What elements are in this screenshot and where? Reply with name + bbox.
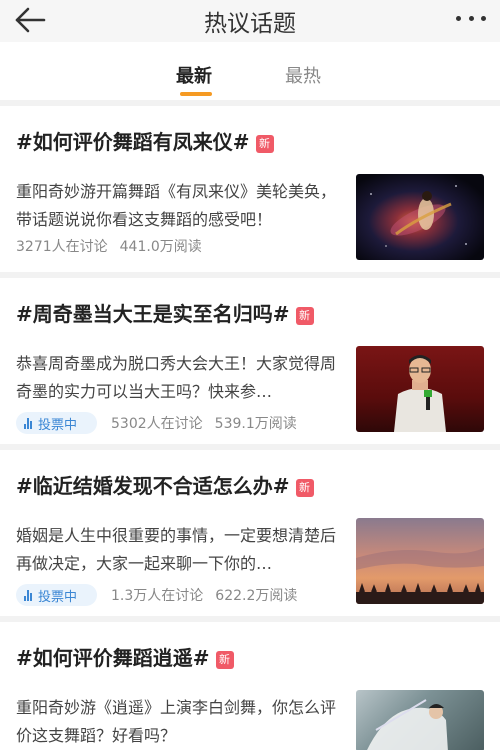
read-count: 622.2万阅读: [215, 588, 298, 604]
dancer-image: [370, 185, 467, 247]
topic-card[interactable]: #临近结婚发现不合适怎么办# 新 婚姻是人生中很重要的事情，一定要想清楚后再做决定…: [0, 450, 500, 616]
new-badge: 新: [255, 135, 274, 153]
topic-card[interactable]: #如何评价舞蹈逍遥# 新 重阳奇妙游《逍遥》上演李白剑舞，你怎么评价这支舞蹈？好看…: [0, 622, 500, 750]
speaker-image: [394, 355, 446, 432]
topic-meta: 投票中 5302人在讨论 539.1万阅读: [16, 411, 309, 435]
vote-label: 投票中: [38, 417, 78, 433]
new-badge: 新: [215, 651, 234, 669]
topic-title[interactable]: #临近结婚发现不合适怎么办# 新: [16, 470, 314, 499]
vote-label: 投票中: [38, 589, 78, 605]
more-button[interactable]: [452, 6, 490, 30]
topic-title-text: #如何评价舞蹈逍遥#: [16, 646, 210, 670]
topic-card[interactable]: #如何评价舞蹈有凤来仪# 新 重阳奇妙游开篇舞蹈《有凤来仪》美轮美奂，带话题说说你…: [0, 106, 500, 272]
more-dot: [468, 15, 474, 21]
topic-description: 重阳奇妙游开篇舞蹈《有凤来仪》美轮美奂，带话题说说你看这支舞蹈的感受吧！: [16, 182, 337, 229]
new-badge: 新: [295, 307, 314, 325]
tab-hot[interactable]: 最热: [285, 62, 321, 88]
topic-title[interactable]: #如何评价舞蹈逍遥# 新: [16, 642, 234, 671]
topic-description: 重阳奇妙游《逍遥》上演李白剑舞，你怎么评价这支舞蹈？好看吗？: [16, 698, 337, 745]
topic-meta: 3271人在讨论 441.0万阅读: [16, 234, 214, 258]
discuss-count: 3271人在讨论: [16, 239, 108, 255]
topic-title-text: #临近结婚发现不合适怎么办#: [16, 474, 290, 498]
topic-meta: 投票中 1.3万人在讨论 622.2万阅读: [16, 583, 309, 607]
sunset-image: [356, 548, 484, 604]
more-dot: [481, 15, 486, 21]
vote-badge[interactable]: 投票中: [16, 584, 98, 606]
new-badge: 新: [295, 479, 314, 497]
discuss-count: 5302人在讨论: [111, 416, 203, 432]
top-bar: 热议话题: [0, 0, 500, 42]
topic-thumbnail[interactable]: [356, 518, 484, 604]
vote-badge[interactable]: 投票中: [16, 412, 98, 434]
topic-title-text: #如何评价舞蹈有凤来仪#: [16, 130, 250, 154]
discuss-count: 1.3万人在讨论: [111, 588, 204, 604]
topic-description: 恭喜周奇墨成为脱口秀大会大王！大家觉得周奇墨的实力可以当大王吗？快来参…: [16, 354, 337, 401]
topic-thumbnail[interactable]: [356, 690, 484, 750]
page-title: 热议话题: [204, 11, 296, 37]
sword-dancer-image: [367, 699, 448, 750]
topic-title[interactable]: #周奇墨当大王是实至名归吗# 新: [16, 298, 314, 327]
topic-description: 婚姻是人生中很重要的事情，一定要想清楚后再做决定，大家一起来聊一下你的…: [16, 526, 337, 573]
bar-chart-icon: [24, 589, 33, 601]
topic-title[interactable]: #如何评价舞蹈有凤来仪# 新: [16, 126, 274, 155]
bar-chart-icon: [24, 417, 33, 429]
topic-thumbnail[interactable]: [356, 346, 484, 432]
tab-latest[interactable]: 最新: [176, 62, 212, 88]
topic-card[interactable]: #周奇墨当大王是实至名归吗# 新 恭喜周奇墨成为脱口秀大会大王！大家觉得周奇墨的实…: [0, 278, 500, 444]
read-count: 539.1万阅读: [214, 416, 297, 432]
topic-title-text: #周奇墨当大王是实至名归吗#: [16, 302, 290, 326]
read-count: 441.0万阅读: [119, 239, 202, 255]
tab-bar: 最新 最热: [0, 42, 500, 100]
topic-thumbnail[interactable]: [356, 174, 484, 260]
active-tab-indicator: [180, 92, 212, 96]
more-dots-icon: [456, 15, 461, 21]
